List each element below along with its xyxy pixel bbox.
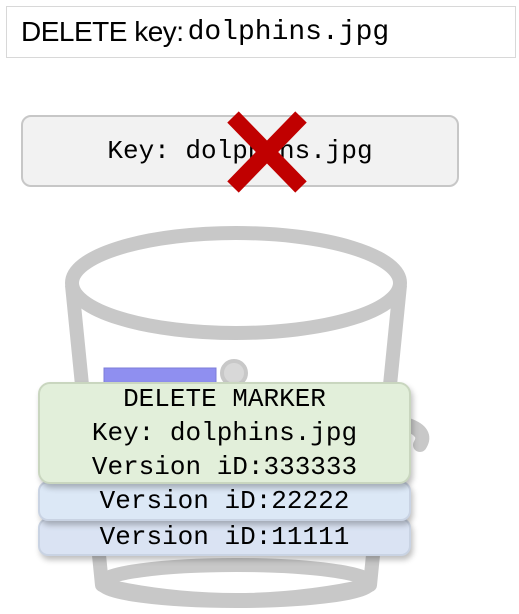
version-card-22222: Version iD:22222 bbox=[38, 481, 411, 521]
delete-marker-title: DELETE MARKER bbox=[123, 384, 326, 414]
delete-marker-key: Key: dolphins.jpg bbox=[91, 418, 358, 448]
delete-marker-card: DELETE MARKER Key: dolphins.jpg Version … bbox=[38, 382, 411, 484]
delete-marker-version: Version iD:333333 bbox=[91, 452, 358, 482]
version-card-11111: Version iD:11111 bbox=[38, 518, 411, 556]
delete-x-icon bbox=[227, 111, 307, 193]
